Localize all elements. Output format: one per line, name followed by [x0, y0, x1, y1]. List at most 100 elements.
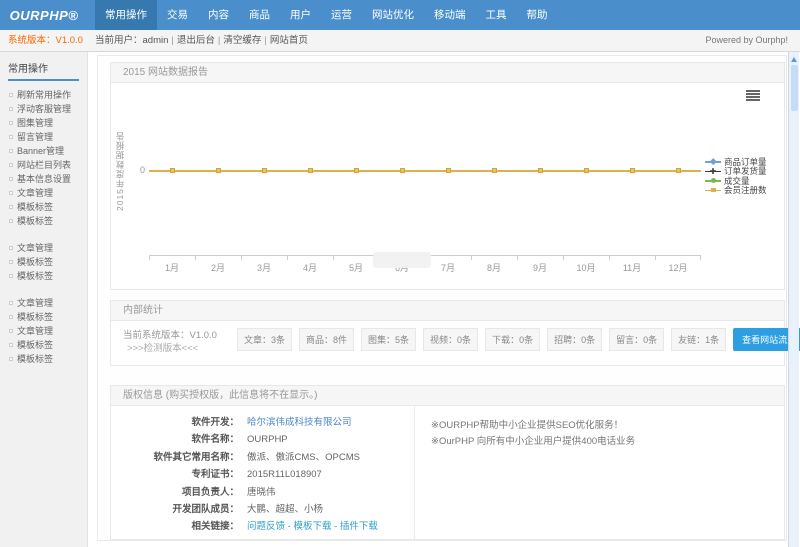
infobar-link[interactable]: 网站首页 — [270, 30, 308, 51]
x-axis-tick-label: 8月 — [487, 263, 501, 273]
stat-badge: 留言：0条 — [609, 328, 664, 351]
sidebar-item[interactable]: 模板标签 — [0, 214, 87, 228]
sidebar-item[interactable]: 图集管理 — [0, 116, 87, 130]
sidebar-item[interactable]: 文章管理 — [0, 324, 87, 338]
system-version-label: 系统版本：V1.0.0 — [8, 30, 83, 51]
bullet-icon — [9, 246, 13, 250]
nav-item[interactable]: 工具 — [476, 0, 517, 30]
nav-item[interactable]: 用户 — [280, 0, 321, 30]
cross-marker-icon — [705, 167, 721, 176]
nav-item[interactable]: 交易 — [157, 0, 198, 30]
bullet-icon — [9, 191, 13, 195]
data-point-marker — [216, 168, 221, 173]
field-label: 软件其它常用名称： — [111, 449, 239, 466]
data-point-marker — [492, 168, 497, 173]
line-markers — [149, 166, 701, 175]
nav-item[interactable]: 内容 — [198, 0, 239, 30]
sidebar-item-label: 基本信息设置 — [17, 174, 71, 184]
y-axis-tick-zero: 0 — [125, 165, 145, 175]
sidebar-item-label: 刷新常用操作 — [17, 90, 71, 100]
x-axis-cell: 8月 — [471, 256, 517, 274]
sidebar-item[interactable]: 模板标签 — [0, 338, 87, 352]
field-value[interactable]: 问题反馈 - 模板下载 - 插件下载 — [247, 518, 378, 535]
sidebar-item[interactable]: 基本信息设置 — [0, 172, 87, 186]
field-value[interactable]: 哈尔滨伟成科技有限公司 — [247, 414, 352, 431]
sidebar-item[interactable]: 模板标签 — [0, 269, 87, 283]
field-row: 开发团队成员：大鹏、超超、小杨 — [111, 501, 414, 518]
field-label: 项目负责人： — [111, 484, 239, 501]
user-links: 当前用户：admin|退出后台|清空缓存|网站首页 — [95, 30, 308, 51]
sidebar-item-label: 文章管理 — [17, 243, 53, 253]
bullet-icon — [9, 274, 13, 278]
field-row: 软件名称：OURPHP — [111, 431, 414, 448]
sidebar-item-label: 文章管理 — [17, 298, 53, 308]
copyright-fields: 软件开发： 哈尔滨伟成科技有限公司软件名称：OURPHP软件其它常用名称：傲派、傲… — [111, 406, 415, 539]
nav-item[interactable]: 网站优化 — [362, 0, 424, 30]
check-version-link[interactable]: >>>检测版本<<< — [123, 342, 217, 355]
sidebar-item[interactable]: 模板标签 — [0, 310, 87, 324]
nav-item[interactable]: 帮助 — [517, 0, 558, 30]
data-point-marker — [584, 168, 589, 173]
field-label: 相关链接： — [111, 518, 239, 535]
x-axis-cell: 9月 — [517, 256, 563, 274]
bullet-icon — [9, 301, 13, 305]
sidebar-item-label: 模板标签 — [17, 216, 53, 226]
note-line: ※OurPHP 向所有中小企业用户提供400电话业务 — [431, 434, 784, 450]
sidebar-item-label: 图集管理 — [17, 118, 53, 128]
stat-badge: 招聘：0条 — [547, 328, 602, 351]
stat-badge: 商品：8件 — [299, 328, 354, 351]
separator: | — [264, 30, 266, 51]
field-row: 软件开发： 哈尔滨伟成科技有限公司 — [111, 414, 414, 431]
legend-item[interactable]: 会员注册数 — [705, 186, 767, 196]
current-version-block: 当前系统版本：V1.0.0 >>>检测版本<<< — [123, 329, 217, 355]
main-content: 2015 网站数据报告 2015年度数据报告 0 1月2月3月4月5月6月7月8… — [88, 52, 800, 547]
sidebar-item[interactable]: 留言管理 — [0, 130, 87, 144]
sidebar-item[interactable]: Banner管理 — [0, 144, 87, 158]
bullet-icon — [9, 260, 13, 264]
copyright-notes: ※OURPHP帮助中小企业提供SEO优化服务！※OurPHP 向所有中小企业用户… — [415, 406, 784, 539]
field-value: 2015R11L018907 — [247, 466, 322, 483]
sidebar-item[interactable]: 文章管理 — [0, 296, 87, 310]
separator: | — [171, 30, 173, 51]
infobar-link[interactable]: 清空缓存 — [223, 30, 261, 51]
sidebar-item[interactable]: 文章管理 — [0, 186, 87, 200]
data-point-marker — [538, 168, 543, 173]
nav-item[interactable]: 常用操作 — [95, 0, 157, 30]
x-axis-cell: 11月 — [609, 256, 655, 274]
nav-item[interactable]: 移动端 — [424, 0, 476, 30]
sidebar-item[interactable]: 浮动客服管理 — [0, 102, 87, 116]
field-label: 软件开发： — [111, 414, 239, 431]
bullet-icon — [9, 219, 13, 223]
scroll-up-arrow-icon[interactable] — [791, 54, 797, 62]
sidebar-item-label: Banner管理 — [17, 146, 64, 156]
data-point-marker — [354, 168, 359, 173]
bullet-icon — [9, 149, 13, 153]
bullet-icon — [9, 329, 13, 333]
x-axis-cell: 3月 — [241, 256, 287, 274]
x-axis-cell: 1月 — [149, 256, 195, 274]
copyright-body: 软件开发： 哈尔滨伟成科技有限公司软件名称：OURPHP软件其它常用名称：傲派、傲… — [111, 406, 784, 539]
current-user-label: 当前用户：admin — [95, 30, 168, 51]
stat-badges: 文章：3条商品：8件图集：5条视频：0条下载：0条招聘：0条留言：0条友链：1条… — [237, 328, 800, 351]
sidebar-item[interactable]: 文章管理 — [0, 241, 87, 255]
vertical-scrollbar[interactable] — [788, 52, 799, 547]
sidebar-item-label: 文章管理 — [17, 326, 53, 336]
field-row: 软件其它常用名称：傲派、傲派CMS、OPCMS — [111, 449, 414, 466]
nav-item[interactable]: 运营 — [321, 0, 362, 30]
sidebar-item[interactable]: 网站栏目列表 — [0, 158, 87, 172]
x-axis-cell: 7月 — [425, 256, 471, 274]
field-row: 项目负责人：唐晓伟 — [111, 484, 414, 501]
sidebar-item[interactable]: 模板标签 — [0, 200, 87, 214]
sidebar-group: 文章管理模板标签文章管理模板标签模板标签 — [0, 296, 87, 366]
sidebar-item[interactable]: 刷新常用操作 — [0, 88, 87, 102]
chart-menu-icon[interactable] — [746, 90, 760, 101]
field-row: 相关链接： 问题反馈 - 模板下载 - 插件下载 — [111, 518, 414, 535]
legend-label: 会员注册数 — [724, 184, 767, 196]
scrollbar-thumb[interactable] — [791, 65, 798, 111]
nav-item[interactable]: 商品 — [239, 0, 280, 30]
sidebar-item[interactable]: 模板标签 — [0, 352, 87, 366]
field-label: 开发团队成员： — [111, 501, 239, 518]
infobar-link[interactable]: 退出后台 — [177, 30, 215, 51]
sidebar-item[interactable]: 模板标签 — [0, 255, 87, 269]
sidebar-item-label: 模板标签 — [17, 354, 53, 364]
